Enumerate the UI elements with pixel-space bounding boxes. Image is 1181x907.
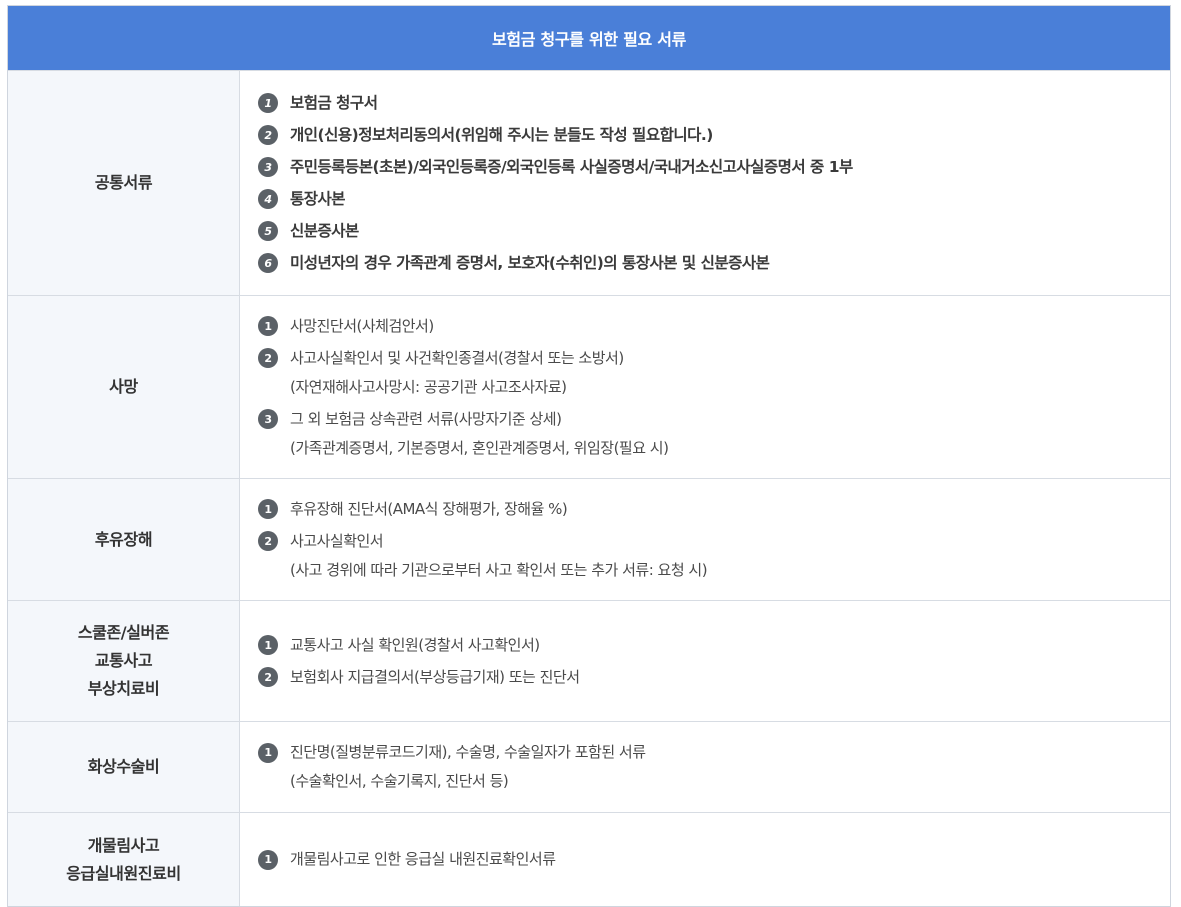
list-item: 1 보험금 청구서 bbox=[258, 87, 1170, 119]
category-cell: 사망 bbox=[8, 296, 240, 478]
document-list: 1 개물림사고로 인한 응급실 내원진료확인서류 bbox=[240, 813, 1170, 906]
number-badge: 2 bbox=[258, 125, 278, 145]
number-badge: 1 bbox=[258, 635, 278, 655]
category-cell: 화상수술비 bbox=[8, 722, 240, 812]
item-subtext: (자연재해사고사망시: 공공기관 사고조사자료) bbox=[290, 377, 567, 396]
item-text: 통장사본 bbox=[290, 190, 346, 208]
category-label: 부상치료비 bbox=[87, 679, 160, 698]
document-list: 1 후유장해 진단서(AMA식 장해평가, 장해율 %) 2 사고사실확인서 (… bbox=[240, 479, 1170, 600]
category-label: 사망 bbox=[109, 377, 138, 396]
item-text: 보험회사 지급결의서(부상등급기재) 또는 진단서 bbox=[290, 667, 580, 686]
required-documents-table: 보험금 청구를 위한 필요 서류 공통서류 1 보험금 청구서 2 개인(신용)… bbox=[7, 5, 1171, 907]
item-text: 개인(신용)정보처리동의서(위임해 주시는 분들도 작성 필요합니다.) bbox=[290, 126, 713, 144]
number-badge: 1 bbox=[258, 849, 278, 870]
number-badge: 4 bbox=[258, 189, 278, 209]
list-item: 2 사고사실확인서 및 사건확인종결서(경찰서 또는 소방서) (자연재해사고사… bbox=[258, 344, 1170, 402]
section-common-documents: 공통서류 1 보험금 청구서 2 개인(신용)정보처리동의서(위임해 주시는 분… bbox=[8, 70, 1170, 295]
category-label: 화상수술비 bbox=[87, 757, 160, 776]
list-item: 1 교통사고 사실 확인원(경찰서 사고확인서) bbox=[258, 631, 1170, 660]
category-cell: 스쿨존/실버존 교통사고 부상치료비 bbox=[8, 601, 240, 721]
number-badge: 2 bbox=[258, 531, 278, 551]
item-text: 미성년자의 경우 가족관계 증명서, 보호자(수취인)의 통장사본 및 신분증사… bbox=[290, 254, 770, 272]
item-text: 보험금 청구서 bbox=[290, 94, 378, 112]
item-text: 주민등록등본(초본)/외국인등록증/외국인등록 사실증명서/국내거소신고사실증명… bbox=[290, 158, 853, 176]
item-subtext: (수술확인서, 수술기록지, 진단서 등) bbox=[290, 772, 509, 790]
number-badge: 1 bbox=[258, 742, 278, 763]
document-list: 1 보험금 청구서 2 개인(신용)정보처리동의서(위임해 주시는 분들도 작성… bbox=[240, 71, 1170, 295]
number-badge: 2 bbox=[258, 348, 278, 368]
list-item: 5 신분증사본 bbox=[258, 215, 1170, 247]
number-badge: 1 bbox=[258, 316, 278, 336]
section-school-silver-zone: 스쿨존/실버존 교통사고 부상치료비 1 교통사고 사실 확인원(경찰서 사고확… bbox=[8, 600, 1170, 721]
item-subtext: (사고 경위에 따라 기관으로부터 사고 확인서 또는 추가 서류: 요청 시) bbox=[290, 560, 708, 579]
item-text: 사고사실확인서 bbox=[290, 531, 384, 550]
item-subtext: (가족관계증명서, 기본증명서, 혼인관계증명서, 위임장(필요 시) bbox=[290, 438, 669, 457]
document-list: 1 사망진단서(사체검안서) 2 사고사실확인서 및 사건확인종결서(경찰서 또… bbox=[240, 296, 1170, 478]
list-item: 1 후유장해 진단서(AMA식 장해평가, 장해율 %) bbox=[258, 495, 1170, 524]
table-title: 보험금 청구를 위한 필요 서류 bbox=[491, 30, 687, 49]
item-text: 신분증사본 bbox=[290, 222, 359, 240]
category-label: 개물림사고 bbox=[87, 835, 160, 855]
section-disability: 후유장해 1 후유장해 진단서(AMA식 장해평가, 장해율 %) 2 사고사실… bbox=[8, 478, 1170, 600]
item-text: 사고사실확인서 및 사건확인종결서(경찰서 또는 소방서) bbox=[290, 348, 624, 367]
item-text: 사망진단서(사체검안서) bbox=[290, 316, 434, 335]
number-badge: 3 bbox=[258, 409, 278, 429]
category-label: 교통사고 bbox=[94, 651, 153, 670]
list-item: 4 통장사본 bbox=[258, 183, 1170, 215]
section-burn-surgery: 화상수술비 1 진단명(질병분류코드기재), 수술명, 수술일자가 포함된 서류… bbox=[8, 721, 1170, 812]
number-badge: 1 bbox=[258, 93, 278, 113]
item-text: 진단명(질병분류코드기재), 수술명, 수술일자가 포함된 서류 bbox=[290, 743, 646, 761]
number-badge: 1 bbox=[258, 499, 278, 519]
list-item: 2 사고사실확인서 (사고 경위에 따라 기관으로부터 사고 확인서 또는 추가… bbox=[258, 527, 1170, 585]
item-text: 후유장해 진단서(AMA식 장해평가, 장해율 %) bbox=[290, 499, 568, 518]
category-label: 응급실내원진료비 bbox=[66, 863, 181, 883]
item-text: 교통사고 사실 확인원(경찰서 사고확인서) bbox=[290, 635, 540, 654]
category-label: 공통서류 bbox=[94, 173, 153, 192]
list-item: 6 미성년자의 경우 가족관계 증명서, 보호자(수취인)의 통장사본 및 신분… bbox=[258, 247, 1170, 279]
document-list: 1 교통사고 사실 확인원(경찰서 사고확인서) 2 보험회사 지급결의서(부상… bbox=[240, 601, 1170, 721]
category-label: 후유장해 bbox=[94, 529, 153, 549]
category-cell: 개물림사고 응급실내원진료비 bbox=[8, 813, 240, 906]
number-badge: 5 bbox=[258, 221, 278, 241]
list-item: 3 그 외 보험금 상속관련 서류(사망자기준 상세) (가족관계증명서, 기본… bbox=[258, 405, 1170, 463]
category-label: 스쿨존/실버존 bbox=[77, 623, 170, 642]
number-badge: 3 bbox=[258, 157, 278, 177]
number-badge: 2 bbox=[258, 667, 278, 687]
category-cell: 공통서류 bbox=[8, 71, 240, 295]
list-item: 1 사망진단서(사체검안서) bbox=[258, 312, 1170, 341]
list-item: 1 진단명(질병분류코드기재), 수술명, 수술일자가 포함된 서류 (수술확인… bbox=[258, 738, 1170, 796]
table-header: 보험금 청구를 위한 필요 서류 bbox=[8, 6, 1170, 70]
list-item: 3 주민등록등본(초본)/외국인등록증/외국인등록 사실증명서/국내거소신고사실… bbox=[258, 151, 1170, 183]
list-item: 2 보험회사 지급결의서(부상등급기재) 또는 진단서 bbox=[258, 663, 1170, 692]
section-death: 사망 1 사망진단서(사체검안서) 2 사고사실확인서 및 사건확인종결서(경찰… bbox=[8, 295, 1170, 478]
item-text: 개물림사고로 인한 응급실 내원진료확인서류 bbox=[290, 850, 556, 868]
list-item: 2 개인(신용)정보처리동의서(위임해 주시는 분들도 작성 필요합니다.) bbox=[258, 119, 1170, 151]
section-dog-bite: 개물림사고 응급실내원진료비 1 개물림사고로 인한 응급실 내원진료확인서류 bbox=[8, 812, 1170, 906]
list-item: 1 개물림사고로 인한 응급실 내원진료확인서류 bbox=[258, 845, 1170, 874]
category-cell: 후유장해 bbox=[8, 479, 240, 600]
item-text: 그 외 보험금 상속관련 서류(사망자기준 상세) bbox=[290, 409, 562, 428]
number-badge: 6 bbox=[258, 253, 278, 273]
document-list: 1 진단명(질병분류코드기재), 수술명, 수술일자가 포함된 서류 (수술확인… bbox=[240, 722, 1170, 812]
